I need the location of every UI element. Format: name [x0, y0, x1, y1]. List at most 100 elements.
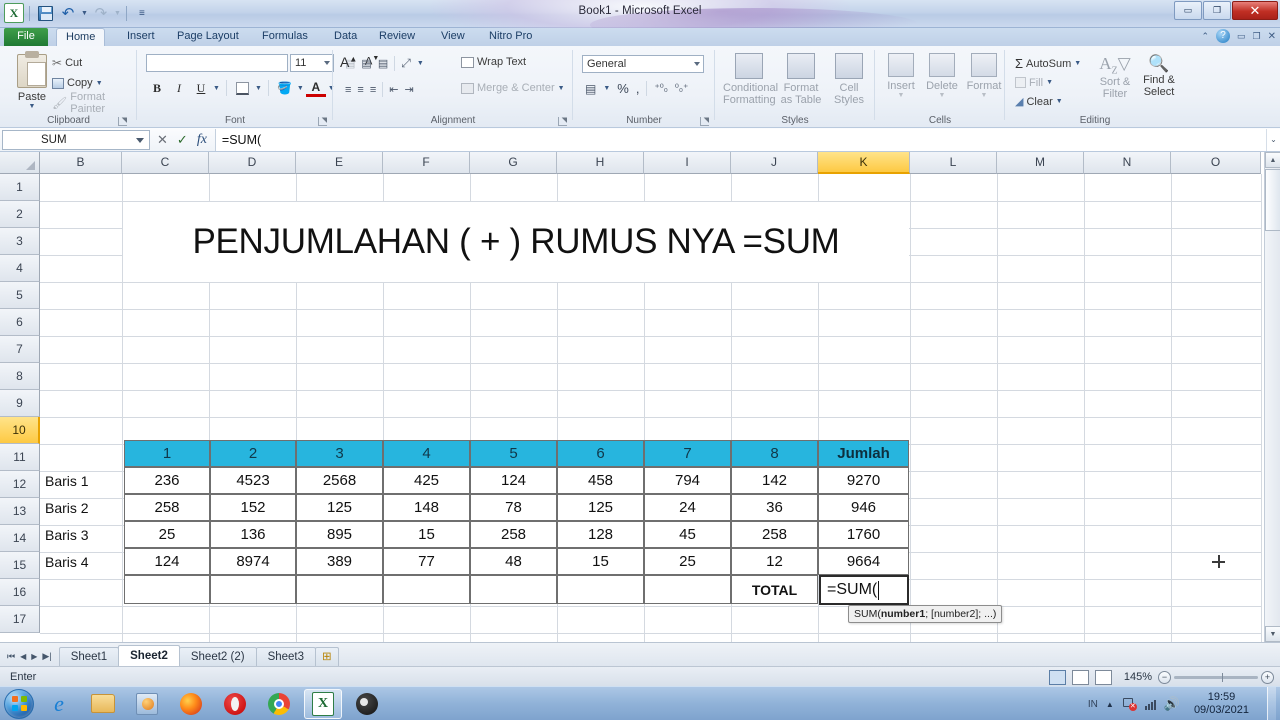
column-header-B[interactable]: B	[40, 152, 122, 174]
borders-dropdown-icon[interactable]: ▼	[255, 85, 262, 92]
sheet-tab-sheet3[interactable]: Sheet3	[255, 647, 317, 666]
first-sheet-icon[interactable]: ⏮	[7, 651, 15, 662]
column-header-G[interactable]: G	[470, 152, 557, 174]
row-header-1[interactable]: 1	[0, 174, 40, 201]
alignment-dialog-launcher[interactable]: ◥	[558, 117, 567, 126]
decrease-indent-icon[interactable]: ⇤	[389, 83, 398, 96]
copy-button[interactable]: Copy ▼	[52, 73, 137, 93]
data-cell[interactable]: 12	[731, 548, 818, 575]
insert-worksheet-icon[interactable]: ⊞	[315, 647, 339, 666]
format-as-table-icon[interactable]	[787, 53, 815, 79]
vertical-scroll-thumb[interactable]	[1265, 169, 1280, 231]
bold-button[interactable]: B	[147, 78, 167, 98]
column-header-E[interactable]: E	[296, 152, 383, 174]
taskbar-media-player-icon[interactable]	[128, 689, 166, 719]
total-label-cell[interactable]: TOTAL	[731, 575, 818, 604]
vertical-scrollbar[interactable]: ▲ ▼	[1264, 152, 1280, 642]
sheet-tab-sheet2-2[interactable]: Sheet2 (2)	[178, 647, 257, 666]
normal-view-icon[interactable]	[1049, 669, 1066, 685]
cancel-formula-icon[interactable]: ✕	[157, 132, 168, 148]
ribbon-tab-formulas[interactable]: Formulas	[253, 28, 317, 46]
select-all-corner[interactable]	[0, 152, 40, 174]
orientation-icon[interactable]: ⤢	[401, 56, 411, 71]
table-header-cell-6[interactable]: 6	[557, 440, 644, 467]
ribbon-tab-home[interactable]: Home	[56, 28, 106, 47]
next-sheet-icon[interactable]: ▶	[31, 652, 37, 661]
data-cell[interactable]: 45	[644, 521, 731, 548]
clipboard-dialog-launcher[interactable]: ◥	[118, 117, 127, 126]
data-cell[interactable]: 9270	[818, 467, 909, 494]
row-header-7[interactable]: 7	[0, 336, 40, 363]
sort-filter-icon[interactable]: AZ▽	[1099, 54, 1130, 76]
row-header-11[interactable]: 11	[0, 444, 40, 471]
sheet-title-banner[interactable]: PENJUMLAHAN ( + ) RUMUS NYA =SUM	[123, 202, 909, 282]
row-header-12[interactable]: 12	[0, 471, 40, 498]
percent-style-icon[interactable]: %	[617, 81, 629, 96]
data-cell[interactable]: 1760	[818, 521, 909, 548]
page-break-preview-icon[interactable]	[1095, 669, 1112, 685]
language-indicator[interactable]: IN	[1088, 699, 1098, 710]
data-cell[interactable]: 4523	[210, 467, 296, 494]
data-cell[interactable]: 9664	[818, 548, 909, 575]
data-cell[interactable]: 458	[557, 467, 644, 494]
autosum-dropdown-icon[interactable]: ▼	[1074, 60, 1081, 67]
scroll-up-button[interactable]: ▲	[1265, 152, 1280, 168]
taskbar-windows-explorer-icon[interactable]	[84, 689, 122, 719]
increase-decimal-icon[interactable]: ⁺⁰₀	[654, 83, 667, 94]
signal-strength-icon[interactable]	[1144, 698, 1156, 710]
find-select-icon[interactable]: 🔍	[1148, 54, 1169, 74]
zoom-in-button[interactable]: +	[1261, 670, 1274, 684]
paste-icon[interactable]	[17, 51, 47, 88]
data-cell[interactable]: 128	[557, 521, 644, 548]
data-cell[interactable]: 48	[470, 548, 557, 575]
maximize-button[interactable]: ❐	[1203, 1, 1231, 20]
data-cell[interactable]: 2568	[296, 467, 383, 494]
cell-styles-icon[interactable]	[835, 53, 863, 79]
format-cells-icon[interactable]	[971, 53, 997, 77]
minimize-button[interactable]: ▭	[1174, 1, 1202, 20]
font-dialog-launcher[interactable]: ◥	[318, 117, 327, 126]
data-cell[interactable]: 258	[731, 521, 818, 548]
row-header-15[interactable]: 15	[0, 552, 40, 579]
table-header-cell-3[interactable]: 3	[296, 440, 383, 467]
taskbar-firefox-icon[interactable]	[172, 689, 210, 719]
taskbar-obs-studio-icon[interactable]	[348, 689, 386, 719]
data-cell[interactable]: 389	[296, 548, 383, 575]
total-row-blank-cell[interactable]	[124, 575, 210, 604]
insert-dropdown-icon[interactable]: ▼	[881, 92, 921, 99]
ribbon-tab-nitro-pro[interactable]: Nitro Pro	[480, 28, 541, 46]
scroll-down-button[interactable]: ▼	[1265, 626, 1280, 642]
align-bottom-icon[interactable]: ▤	[378, 57, 388, 70]
sheet-tab-sheet1[interactable]: Sheet1	[58, 647, 120, 666]
show-desktop-button[interactable]	[1267, 687, 1276, 720]
data-cell[interactable]: 125	[557, 494, 644, 521]
column-header-M[interactable]: M	[997, 152, 1084, 174]
conditional-formatting-icon[interactable]	[735, 53, 763, 79]
autosum-button[interactable]: Σ AutoSum ▼	[1015, 54, 1081, 73]
decrease-decimal-icon[interactable]: ⁰₀⁺	[675, 83, 688, 94]
data-cell[interactable]: 8974	[210, 548, 296, 575]
total-row-blank-cell[interactable]	[383, 575, 470, 604]
total-row-blank-cell[interactable]	[296, 575, 383, 604]
prev-sheet-icon[interactable]: ◀	[20, 652, 26, 661]
data-cell[interactable]: 25	[644, 548, 731, 575]
zoom-out-button[interactable]: −	[1158, 670, 1171, 684]
borders-icon[interactable]	[233, 78, 253, 98]
column-header-N[interactable]: N	[1084, 152, 1171, 174]
table-header-cell-2[interactable]: 2	[210, 440, 296, 467]
ribbon-tab-view[interactable]: View	[432, 28, 474, 46]
table-header-cell-8[interactable]: 8	[731, 440, 818, 467]
column-header-K[interactable]: K	[818, 152, 910, 174]
row-header-2[interactable]: 2	[0, 201, 40, 228]
total-row-blank-cell[interactable]	[557, 575, 644, 604]
font-name-input[interactable]	[146, 54, 288, 72]
column-header-H[interactable]: H	[557, 152, 644, 174]
row-header-6[interactable]: 6	[0, 309, 40, 336]
doc-minimize-icon[interactable]: ▭	[1237, 31, 1246, 42]
taskbar-opera-icon[interactable]	[216, 689, 254, 719]
align-center-icon[interactable]: ≡	[357, 84, 363, 96]
doc-close-icon[interactable]: ✕	[1268, 31, 1276, 42]
font-color-icon[interactable]: A	[305, 80, 326, 97]
data-cell[interactable]: 148	[383, 494, 470, 521]
taskbar-internet-explorer-icon[interactable]: e	[40, 689, 78, 719]
